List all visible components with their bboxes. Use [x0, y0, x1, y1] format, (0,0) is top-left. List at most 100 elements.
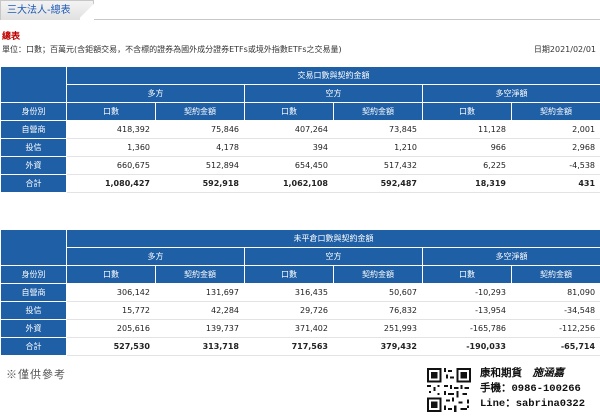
- table-cell: 75,846: [155, 120, 245, 139]
- table-cell: 371,402: [244, 319, 334, 338]
- table-cell: 73,845: [333, 120, 423, 139]
- table-cell: 1,210: [333, 138, 423, 157]
- column-header: 契約金額: [333, 265, 423, 284]
- table-cell: -190,033: [422, 337, 512, 356]
- identity-header: 身份別: [0, 102, 67, 121]
- table-cell: 42,284: [155, 301, 245, 320]
- contact-line-id: Line：sabrina0322: [480, 398, 586, 410]
- group-header-net: 多空淨額: [421, 84, 600, 103]
- row-label: 外資: [0, 319, 67, 338]
- table-cell: 50,607: [333, 283, 423, 302]
- group-header-long: 多方: [66, 247, 245, 266]
- table-row: 自營商 306,142 131,697 316,435 50,607 -10,2…: [0, 283, 600, 302]
- column-header: 口數: [66, 265, 156, 284]
- column-header: 口數: [66, 102, 156, 121]
- table-cell: 654,450: [244, 156, 334, 175]
- column-header: 契約金額: [510, 265, 600, 284]
- row-label: 外資: [0, 156, 67, 175]
- table-row-total: 合計 527,530 313,718 717,563 379,432 -190,…: [0, 337, 600, 356]
- contact-phone: 手機：0986-100266: [480, 383, 581, 395]
- table-cell: -34,548: [510, 301, 600, 320]
- column-header: 契約金額: [155, 102, 245, 121]
- table-cell: 313,718: [155, 337, 245, 356]
- table-cell: 81,090: [510, 283, 600, 302]
- table-row: 投信 1,360 4,178 394 1,210 966 2,968: [0, 138, 600, 157]
- contact-name: 施涵嘉: [532, 367, 565, 379]
- table-row: 外資 660,675 512,894 654,450 517,432 6,225…: [0, 156, 600, 175]
- row-label: 合計: [0, 174, 67, 193]
- contact-stamp: 康和期貨 施涵嘉 手機：0986-100266 Line：sabrina0322: [480, 366, 598, 412]
- table-cell: -13,954: [422, 301, 512, 320]
- date-label: 日期2021/02/01: [533, 45, 596, 54]
- row-label: 合計: [0, 337, 67, 356]
- column-header: 口數: [422, 265, 512, 284]
- footnote-reference-only: ※僅供參考: [6, 368, 66, 381]
- group-header-net: 多空淨額: [421, 247, 600, 266]
- tab-bar: 三大法人-總表: [0, 0, 600, 21]
- contact-company: 康和期貨 施涵嘉: [480, 367, 565, 380]
- table-cell: 2,968: [510, 138, 600, 157]
- table-cell: 139,737: [155, 319, 245, 338]
- group-header-long: 多方: [66, 84, 245, 103]
- table-cell: 517,432: [333, 156, 423, 175]
- table-cell: 407,264: [244, 120, 334, 139]
- table-cell: 2,001: [510, 120, 600, 139]
- table-cell: 527,530: [66, 337, 156, 356]
- table-cell: 394: [244, 138, 334, 157]
- column-header: 口數: [244, 265, 334, 284]
- row-label: 自營商: [0, 120, 67, 139]
- table-cell: 592,918: [155, 174, 245, 193]
- table-cell: 15,772: [66, 301, 156, 320]
- table-cell: -112,256: [510, 319, 600, 338]
- table-title: 交易口數與契約金額: [65, 66, 600, 85]
- table-cell: -65,714: [510, 337, 600, 356]
- table-cell: 431: [510, 174, 600, 193]
- table-row-total: 合計 1,080,427 592,918 1,062,108 592,487 1…: [0, 174, 600, 193]
- table-cell: 1,360: [66, 138, 156, 157]
- group-header-short: 空方: [244, 247, 423, 266]
- table-cell: 1,062,108: [244, 174, 334, 193]
- trading-volume-table: 交易口數與契約金額 多方 空方 多空淨額 身份別 口數 契約金額 口數 契約金額…: [0, 66, 600, 193]
- corner-cell: [0, 66, 67, 103]
- table-cell: -10,293: [422, 283, 512, 302]
- column-header: 契約金額: [333, 102, 423, 121]
- table-cell: 592,487: [333, 174, 423, 193]
- table-cell: 76,832: [333, 301, 423, 320]
- tab-institutional-summary[interactable]: 三大法人-總表: [0, 0, 94, 21]
- table-row: 自營商 418,392 75,846 407,264 73,845 11,128…: [0, 120, 600, 139]
- table-cell: 131,697: [155, 283, 245, 302]
- column-header: 口數: [244, 102, 334, 121]
- table-cell: 717,563: [244, 337, 334, 356]
- table-row: 外資 205,616 139,737 371,402 251,993 -165,…: [0, 319, 600, 338]
- row-label: 投信: [0, 138, 67, 157]
- table-cell: 306,142: [66, 283, 156, 302]
- table-title: 未平倉口數與契約金額: [65, 229, 600, 248]
- identity-header: 身份別: [0, 265, 67, 284]
- column-header: 口數: [422, 102, 512, 121]
- table-row: 投信 15,772 42,284 29,726 76,832 -13,954 -…: [0, 301, 600, 320]
- table-cell: 11,128: [422, 120, 512, 139]
- table-cell: 251,993: [333, 319, 423, 338]
- table-cell: 512,894: [155, 156, 245, 175]
- table-cell: 1,080,427: [66, 174, 156, 193]
- column-header: 契約金額: [510, 102, 600, 121]
- row-label: 投信: [0, 301, 67, 320]
- section-title: 總表: [2, 32, 21, 42]
- table-cell: 316,435: [244, 283, 334, 302]
- table-cell: 18,319: [422, 174, 512, 193]
- table-cell: 205,616: [66, 319, 156, 338]
- unit-note: 單位：口數；百萬元(含鉅額交易，不含標的證券為國外成分證券ETFs或境外指數ET…: [2, 45, 342, 54]
- corner-cell: [0, 229, 67, 266]
- row-label: 自營商: [0, 283, 67, 302]
- qr-code-icon: [427, 368, 471, 412]
- table-cell: 6,225: [422, 156, 512, 175]
- table-cell: -165,786: [422, 319, 512, 338]
- table-cell: -4,538: [510, 156, 600, 175]
- table-cell: 4,178: [155, 138, 245, 157]
- table-cell: 29,726: [244, 301, 334, 320]
- column-header: 契約金額: [155, 265, 245, 284]
- table-cell: 418,392: [66, 120, 156, 139]
- open-interest-table: 未平倉口數與契約金額 多方 空方 多空淨額 身份別 口數 契約金額 口數 契約金…: [0, 229, 600, 356]
- group-header-short: 空方: [244, 84, 423, 103]
- table-cell: 660,675: [66, 156, 156, 175]
